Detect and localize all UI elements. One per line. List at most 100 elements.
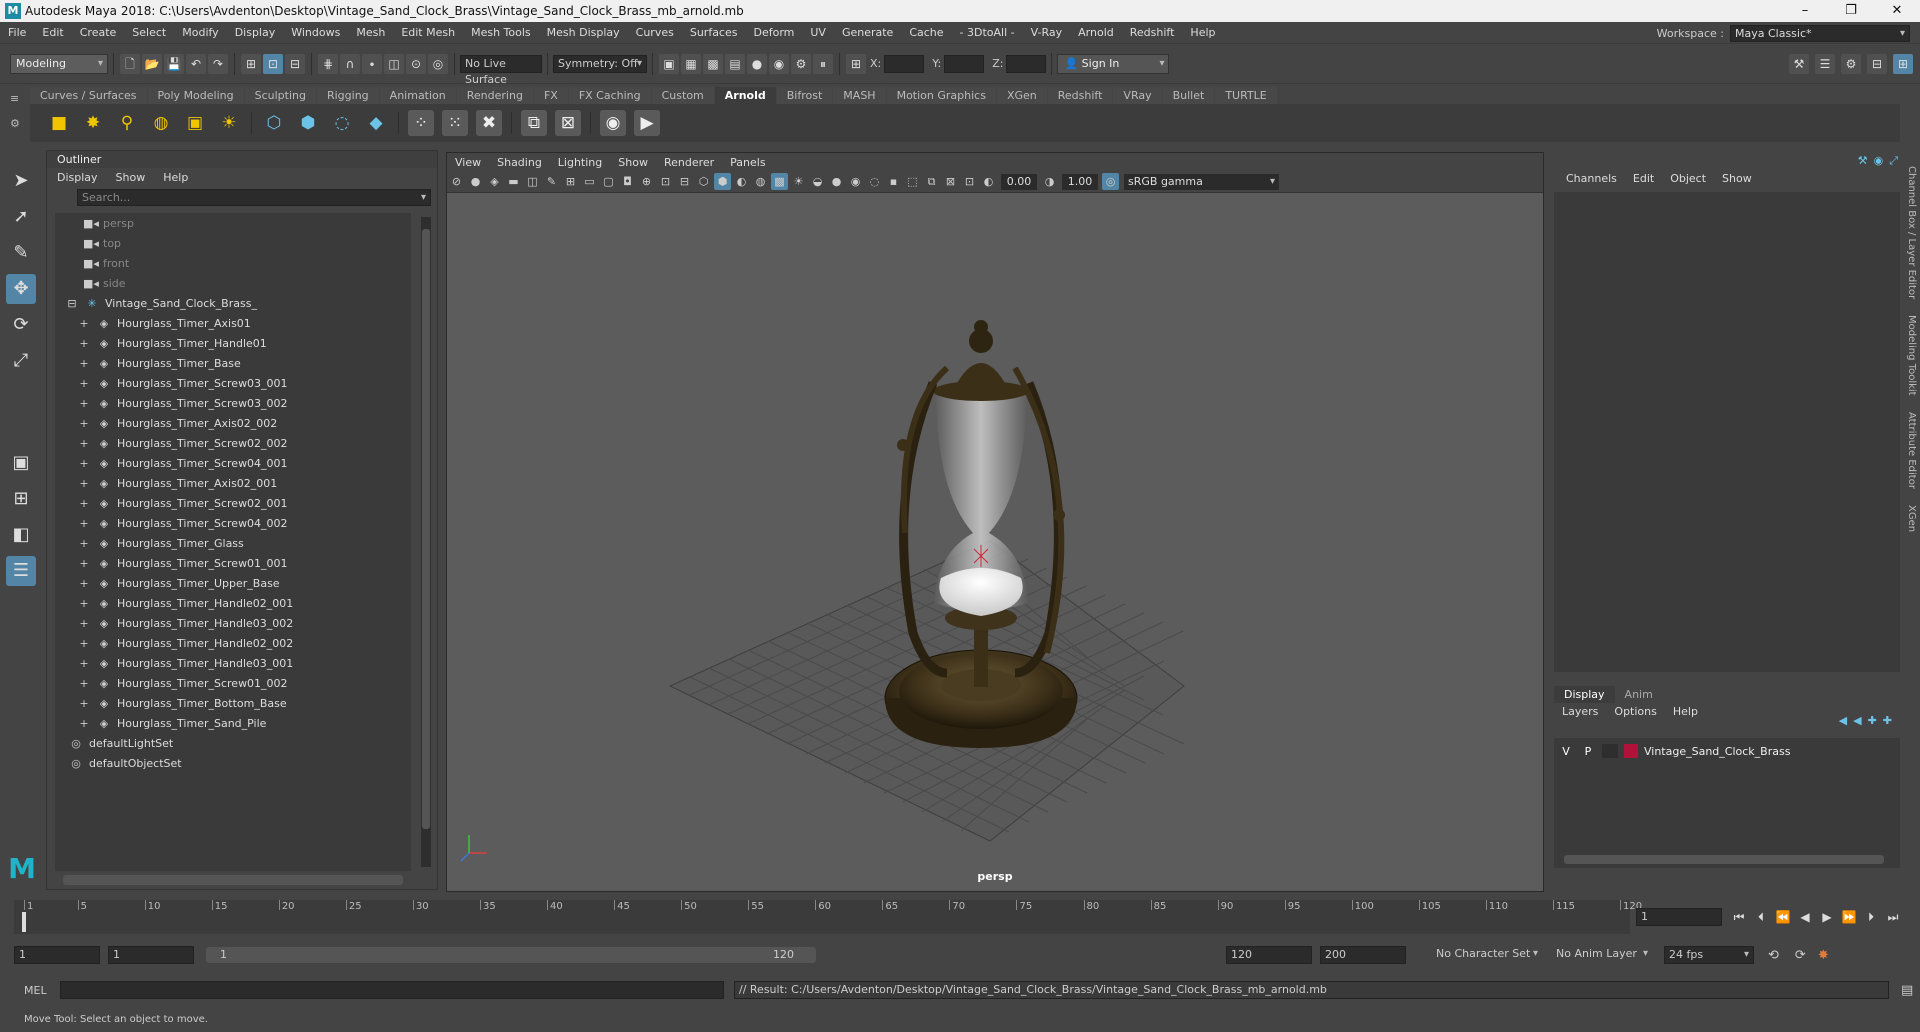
tool-settings-icon[interactable]: ⚙ [1841,54,1861,74]
viewport-panel[interactable]: View Shading Lighting Show Renderer Pane… [446,152,1544,892]
fps-dropdown[interactable]: 24 fps [1664,946,1754,964]
current-time-indicator[interactable] [22,912,26,932]
open-scene-icon[interactable]: 📂 [142,53,162,74]
expand-icon[interactable]: + [77,617,91,630]
physical-sky-icon[interactable]: ☀ [216,110,242,136]
anti-aliasing-icon[interactable]: ◌ [866,173,883,190]
snap-view-plane-icon[interactable]: ◫ [384,53,404,74]
tree-item-set[interactable]: ◎ defaultLightSet [55,733,411,753]
playback-start-field[interactable]: 1 [108,946,194,964]
step-forward-frame-icon[interactable]: ⏵ [1860,910,1882,925]
menu-modify[interactable]: Modify [174,26,226,39]
tree-item-mesh[interactable]: + ◈ Hourglass_Timer_Screw03_002 [55,393,411,413]
menu-deform[interactable]: Deform [745,26,802,39]
tree-item-mesh[interactable]: + ◈ Hourglass_Timer_Screw03_001 [55,373,411,393]
expand-icon[interactable]: + [77,457,91,470]
layer-display-type[interactable] [1602,744,1618,758]
menu-curves[interactable]: Curves [628,26,682,39]
tree-item-mesh[interactable]: + ◈ Hourglass_Timer_Screw04_002 [55,513,411,533]
wireframe-icon[interactable]: ⬡ [695,173,712,190]
redo-icon[interactable]: ↷ [208,53,228,74]
start-time-field[interactable]: 1 [14,946,100,964]
exposure-field[interactable]: 0.00 [1001,173,1037,190]
current-frame-field[interactable]: 1 [1636,908,1722,926]
outliner-search-input[interactable]: Search... [77,189,431,206]
flush-background-icon[interactable]: ⁙ [442,110,468,136]
range-slider[interactable]: 1 120 [206,947,816,963]
render-view-icon[interactable]: ▣ [659,53,679,74]
menu-arnold[interactable]: Arnold [1070,26,1122,39]
side-by-side-view-icon[interactable]: ◧ [6,520,36,550]
channel-box-tool-icon[interactable]: ⚒ [1858,154,1868,168]
channel-box-float-icon[interactable]: ⤢ [1889,154,1898,168]
area-light-icon[interactable]: ■ [46,110,72,136]
create-standin-icon[interactable]: ⬡ [261,110,287,136]
safe-action-icon[interactable]: ⊡ [657,173,674,190]
xray-components-icon[interactable]: ⊡ [961,173,978,190]
smooth-shade-icon[interactable]: ⬢ [714,173,731,190]
step-forward-key-icon[interactable]: ⏩ [1838,910,1860,924]
expand-icon[interactable]: + [77,437,91,450]
channel-box-toggle-icon[interactable]: ◉ [1874,154,1884,168]
film-gate-icon[interactable]: ▭ [581,173,598,190]
attribute-editor-icon[interactable]: ☰ [1815,54,1835,74]
shelf-tab-poly-modeling[interactable]: Poly Modeling [147,87,244,104]
tree-item-mesh[interactable]: + ◈ Hourglass_Timer_Handle02_001 [55,593,411,613]
expand-icon[interactable]: + [77,317,91,330]
tree-item-group[interactable]: ⊟ ✳ Vintage_Sand_Clock_Brass_ [55,293,411,313]
viewport-menu-shading[interactable]: Shading [489,156,550,169]
go-to-end-icon[interactable]: ⏭ [1882,910,1904,925]
command-language-toggle[interactable]: MEL [24,984,60,997]
menu-help[interactable]: Help [1182,26,1223,39]
layer-menu-layers[interactable]: Layers [1554,705,1606,718]
hypershade-icon[interactable]: ● [747,53,767,74]
channels-menu-channels[interactable]: Channels [1558,172,1625,185]
xray-joints-icon[interactable]: ⊠ [942,173,959,190]
loop-icon[interactable]: ⟲ [1768,948,1779,963]
ambient-occlusion-icon[interactable]: ● [828,173,845,190]
play-backwards-icon[interactable]: ◀ [1794,910,1816,924]
motion-blur-icon[interactable]: ◉ [847,173,864,190]
layer-editor-icon[interactable]: ⊞ [1893,54,1913,74]
tree-item-mesh[interactable]: + ◈ Hourglass_Timer_Base [55,353,411,373]
menu-mesh[interactable]: Mesh [348,26,393,39]
safe-title-icon[interactable]: ⊟ [676,173,693,190]
layer-tab-anim[interactable]: Anim [1615,686,1663,703]
snap-point-icon[interactable]: ∙ [362,53,382,74]
symmetry-dropdown[interactable]: Symmetry: Off [553,54,647,73]
menu-file[interactable]: File [0,26,34,39]
expand-icon[interactable]: + [77,657,91,670]
side-tab-attribute-editor[interactable]: Attribute Editor [1906,412,1917,489]
outliner-menu-display[interactable]: Display [47,171,106,184]
create-curve-collector-icon[interactable]: ◌ [329,110,355,136]
render-play-icon[interactable]: ▶ [634,110,660,136]
channel-box-icon[interactable]: ⊟ [1867,54,1887,74]
end-time-field[interactable]: 200 [1320,946,1406,964]
expand-icon[interactable]: + [77,637,91,650]
export-standin-icon[interactable]: ⬢ [295,110,321,136]
viewport-menu-show[interactable]: Show [610,156,656,169]
hourglass-model[interactable] [884,320,1078,748]
tree-item-mesh[interactable]: + ◈ Hourglass_Timer_Handle01 [55,333,411,353]
expand-icon[interactable]: + [77,517,91,530]
shelf-tab-mash[interactable]: MASH [833,87,886,104]
channels-menu-object[interactable]: Object [1662,172,1714,185]
move-tool-icon[interactable]: ✥ [6,274,36,304]
expand-icon[interactable]: + [77,357,91,370]
shelf-tab-motion-graphics[interactable]: Motion Graphics [886,87,996,104]
command-input[interactable] [60,981,724,999]
tree-item-mesh[interactable]: + ◈ Hourglass_Timer_Axis02_002 [55,413,411,433]
side-tab-xgen[interactable]: XGen [1906,505,1917,532]
character-set-dropdown[interactable]: No Character Set [1432,946,1542,964]
channels-menu-show[interactable]: Show [1714,172,1760,185]
depth-of-field-icon[interactable]: ▪ [885,173,902,190]
scale-tool-icon[interactable]: ⤢ [6,346,36,376]
viewport-menu-renderer[interactable]: Renderer [656,156,722,169]
menuset-dropdown[interactable]: Modeling [10,53,108,74]
outliner-horizontal-scrollbar[interactable] [63,875,403,885]
menu-edit[interactable]: Edit [34,26,71,39]
tree-item-mesh[interactable]: + ◈ Hourglass_Timer_Upper_Base [55,573,411,593]
shelf-tab-vray[interactable]: VRay [1113,87,1162,104]
collapse-icon[interactable]: ⊟ [65,297,79,310]
menu-redshift[interactable]: Redshift [1122,26,1183,39]
